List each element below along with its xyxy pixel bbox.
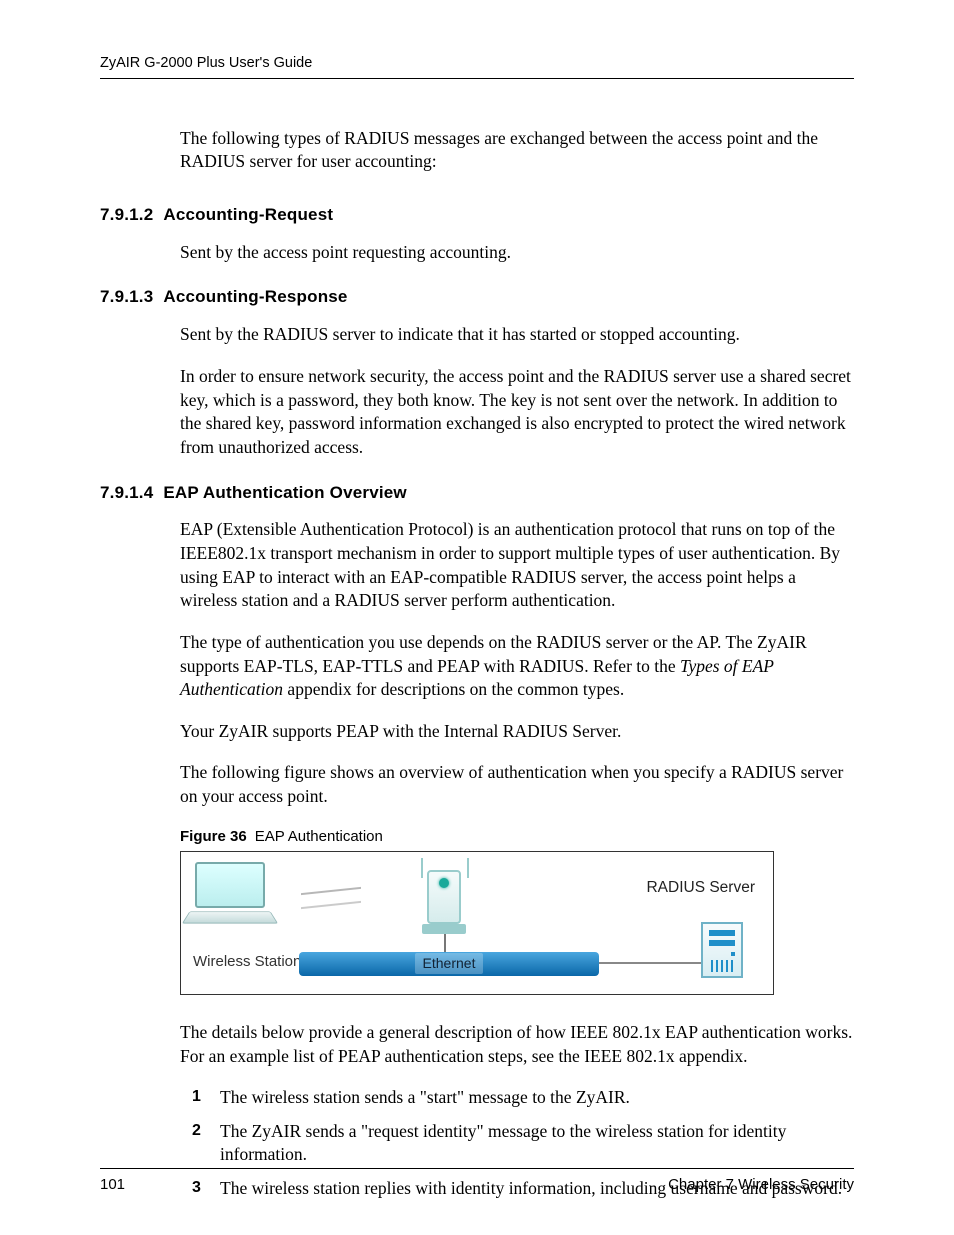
para-eap-4: The following figure shows an overview o… [180, 761, 854, 808]
para-eap-3: Your ZyAIR supports PEAP with the Intern… [180, 720, 854, 744]
heading-accounting-request: 7.9.1.2 Accounting-Request [100, 204, 854, 227]
wireless-link-icon [301, 887, 361, 909]
step-item: The ZyAIR sends a "request identity" mes… [216, 1120, 854, 1167]
para-eap-2: The type of authentication you use depen… [180, 631, 854, 702]
ap-downlink-line [444, 934, 446, 952]
figure-number: Figure 36 [180, 828, 247, 845]
label-radius-server: RADIUS Server [646, 878, 755, 899]
heading-title: Accounting-Request [163, 205, 333, 224]
para-post-figure: The details below provide a general desc… [180, 1021, 854, 1068]
ap-antenna-icon [467, 858, 469, 878]
para-eap-2b: appendix for descriptions on the common … [283, 679, 624, 699]
intro-paragraph: The following types of RADIUS messages a… [180, 127, 854, 174]
laptop-icon [195, 862, 274, 924]
chapter-label: Chapter 7 Wireless Security [668, 1175, 854, 1195]
para-eap-1: EAP (Extensible Authentication Protocol)… [180, 518, 854, 613]
ethernet-bar: Ethernet [299, 952, 599, 976]
figure-eap-authentication: Wireless Station Ethernet RADIUS Server [180, 851, 774, 995]
heading-title: Accounting-Response [163, 287, 347, 306]
figure-title: EAP Authentication [255, 828, 383, 845]
para-accounting-response-1: Sent by the RADIUS server to indicate th… [180, 323, 854, 347]
page-header: ZyAIR G-2000 Plus User's Guide [100, 50, 854, 79]
step-item: The wireless station sends a "start" mes… [216, 1086, 854, 1110]
heading-title: EAP Authentication Overview [163, 483, 406, 502]
wire-line [599, 962, 709, 964]
ap-antenna-icon [421, 858, 423, 878]
label-wireless-station: Wireless Station [193, 952, 301, 972]
heading-eap-overview: 7.9.1.4 EAP Authentication Overview [100, 482, 854, 505]
heading-accounting-response: 7.9.1.3 Accounting-Response [100, 286, 854, 309]
label-ethernet: Ethernet [415, 953, 484, 974]
server-icon [701, 922, 743, 978]
para-accounting-request: Sent by the access point requesting acco… [180, 241, 854, 265]
heading-number: 7.9.1.4 [100, 482, 153, 505]
page-footer: 101 Chapter 7 Wireless Security [100, 1168, 854, 1195]
heading-number: 7.9.1.2 [100, 204, 153, 227]
figure-caption: Figure 36 EAP Authentication [180, 827, 854, 847]
heading-number: 7.9.1.3 [100, 286, 153, 309]
page-number: 101 [100, 1175, 125, 1195]
para-accounting-response-2: In order to ensure network security, the… [180, 365, 854, 460]
access-point-icon [427, 870, 466, 934]
guide-title: ZyAIR G-2000 Plus User's Guide [100, 55, 312, 71]
